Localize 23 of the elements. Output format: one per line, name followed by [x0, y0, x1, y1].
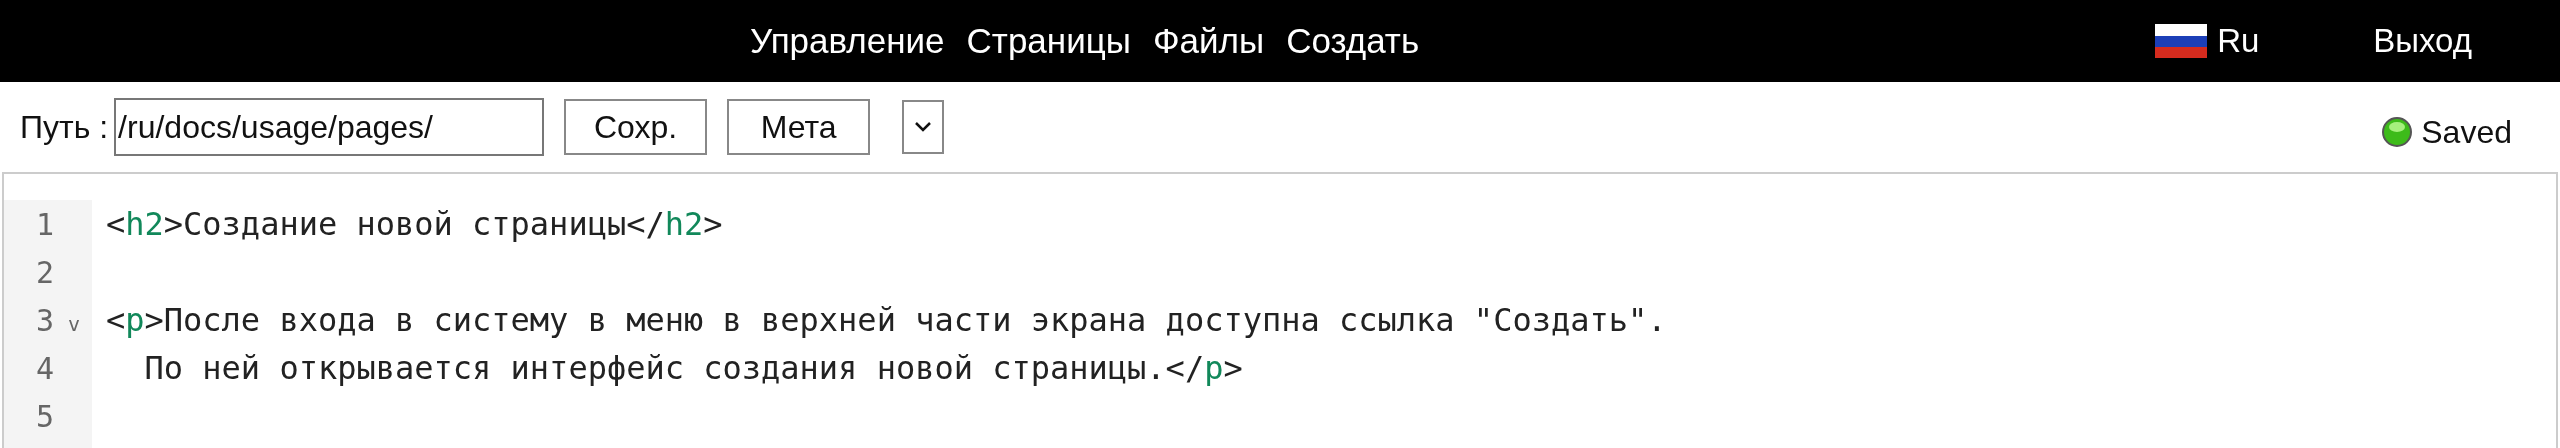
code-line: По ней открывается интерфейс создания новой страницы.</p> — [143, 348, 1243, 389]
nav-link[interactable]: Файлы — [1152, 14, 1265, 68]
line-number: 3 — [36, 301, 56, 340]
path-field[interactable]: /ru/docs/usage/pages/ — [114, 98, 545, 156]
code-line: <h2>Создание новой страницы</h2> — [106, 204, 723, 245]
toolbar-button[interactable]: Сохр. — [564, 99, 708, 155]
language-link[interactable]: Ru — [2217, 16, 2260, 66]
line-number: 4 — [36, 349, 56, 388]
nav-link[interactable]: Создать — [1286, 14, 1420, 68]
nav-link[interactable]: Страницы — [966, 14, 1131, 68]
save-status: Saved — [2421, 113, 2512, 152]
dropdown-button[interactable] — [902, 100, 945, 154]
path-label: Путь : — [20, 108, 109, 147]
nav-link[interactable]: Управление — [750, 14, 945, 68]
chevron-down-icon — [914, 121, 933, 133]
toolbar-button[interactable]: Мета — [727, 99, 871, 155]
line-number: 1 — [36, 205, 56, 244]
code-line: <p>После входа в систему в меню в верхней части экрана доступна ссылка "Создать". — [106, 300, 1667, 341]
fold-toggle[interactable]: v — [68, 309, 81, 339]
logout-link[interactable]: Выход — [2373, 16, 2472, 66]
line-number: 2 — [36, 253, 56, 292]
russia-flag-icon — [2155, 24, 2208, 58]
line-number: 5 — [36, 397, 56, 436]
